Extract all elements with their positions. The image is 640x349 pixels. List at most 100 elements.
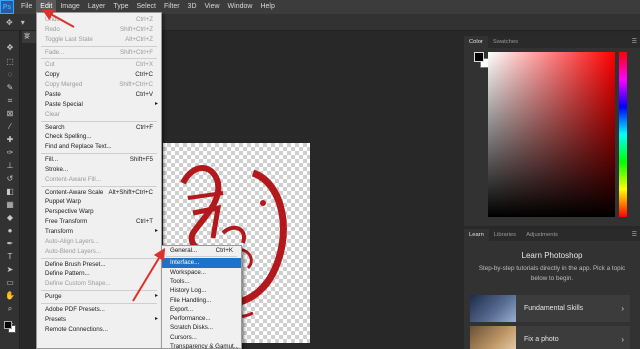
menu-item-stroke[interactable]: Stroke... <box>37 165 161 175</box>
menu-view[interactable]: View <box>201 0 224 14</box>
menu-item-label: Puppet Warp <box>45 198 81 206</box>
tab-learn[interactable]: Learn <box>464 229 489 241</box>
learn-title: Learn Photoshop <box>521 251 583 260</box>
clone-stamp-icon[interactable]: ⊥ <box>3 161 17 171</box>
menu-3d[interactable]: 3D <box>184 0 201 14</box>
menu-item-label: Paste <box>45 90 61 98</box>
menu-item-history-log[interactable]: History Log... <box>162 286 241 296</box>
hand-icon[interactable]: ✋ <box>3 291 17 301</box>
crop-icon[interactable]: ⌗ <box>3 96 17 106</box>
menu-item-shortcut: Ctrl+C <box>135 71 153 79</box>
menu-item-define-brush-preset[interactable]: Define Brush Preset... <box>37 260 161 270</box>
menu-item-fill[interactable]: Fill... Shift+F5 <box>37 155 161 165</box>
menu-item-perspective-warp[interactable]: Perspective Warp <box>37 207 161 217</box>
learn-panel-tabs: Learn Libraries Adjustments <box>464 229 640 241</box>
color-picker-field[interactable] <box>488 52 615 217</box>
card-label: Fundamental Skills <box>524 305 584 312</box>
tab-color[interactable]: Color <box>464 36 488 48</box>
eyedropper-icon[interactable]: ⁄ <box>3 122 17 132</box>
marquee-icon[interactable]: ⬚ <box>3 57 17 67</box>
hue-slider[interactable] <box>619 52 627 217</box>
menu-item-paste-special[interactable]: Paste Special ▸ <box>37 100 161 110</box>
menu-item-adobe-pdf-presets[interactable]: Adobe PDF Presets... <box>37 305 161 315</box>
menu-item-label: Copy Merged <box>45 81 83 89</box>
history-brush-icon[interactable]: ↺ <box>3 174 17 184</box>
move-tool-icon[interactable]: ✥ <box>6 18 13 27</box>
menu-item-shortcut: Ctrl+Z <box>135 16 153 23</box>
lasso-icon[interactable]: ◌ <box>3 70 17 80</box>
menu-item-label: Fill... <box>45 156 59 164</box>
menu-item-label: Free Transform <box>45 218 88 226</box>
menu-item-label: Transform <box>45 228 73 235</box>
menu-item-label: Tools... <box>170 277 190 285</box>
dodge-icon[interactable]: ● <box>3 226 17 236</box>
tab-libraries[interactable]: Libraries <box>489 229 521 241</box>
menu-item-shortcut: Ctrl+X <box>135 61 153 69</box>
menu-item-presets[interactable]: Presets ▸ <box>37 315 161 325</box>
menu-item-free-transform[interactable]: Free Transform Ctrl+T <box>37 217 161 227</box>
menu-item-label: Content-Aware Scale <box>45 188 104 196</box>
move-icon[interactable]: ✥ <box>3 43 17 53</box>
type-icon[interactable]: T <box>3 252 17 262</box>
menu-item-define-pattern[interactable]: Define Pattern... <box>37 269 161 279</box>
foreground-background-swatch[interactable] <box>4 321 16 333</box>
menu-item-label: Paste Special <box>45 100 83 108</box>
menu-item-label: Redo <box>45 25 60 33</box>
menu-item-label: Cut <box>45 61 55 69</box>
menu-separator <box>41 120 157 122</box>
menu-item-general[interactable]: General... Ctrl+K <box>162 246 241 256</box>
menu-item-paste[interactable]: Paste Ctrl+V <box>37 90 161 100</box>
menu-item-find-and-replace-text[interactable]: Find and Replace Text... <box>37 142 161 152</box>
menu-separator <box>41 290 157 292</box>
menu-item-label: Toggle Last State <box>45 35 93 43</box>
menu-item-label: Copy <box>45 71 60 79</box>
menu-item-check-spelling[interactable]: Check Spelling... <box>37 132 161 142</box>
menu-item-define-custom-shape: Define Custom Shape... <box>37 279 161 289</box>
card-fundamental-skills[interactable]: Fundamental Skills › <box>470 295 630 322</box>
frame-icon[interactable]: ⊠ <box>3 109 17 119</box>
menu-filter[interactable]: Filter <box>160 0 184 14</box>
tab-swatches[interactable]: Swatches <box>488 36 523 48</box>
menu-item-cursors[interactable]: Cursors... <box>162 333 241 343</box>
tab-adjustments[interactable]: Adjustments <box>521 229 563 241</box>
quick-select-icon[interactable]: ✎ <box>3 83 17 93</box>
rectangle-icon[interactable]: ▭ <box>3 278 17 288</box>
menu-item-puppet-warp[interactable]: Puppet Warp <box>37 197 161 207</box>
menu-item-label: Auto-Blend Layers... <box>45 247 102 255</box>
card-fix-a-photo[interactable]: Fix a photo › <box>470 326 630 349</box>
menu-item-shortcut: Ctrl+F <box>135 123 153 131</box>
zoom-icon[interactable]: ⌕ <box>3 304 17 314</box>
foreground-swatch[interactable] <box>474 52 484 62</box>
submenu-arrow-icon: ▸ <box>154 100 158 107</box>
healing-brush-icon[interactable]: ✚ <box>3 135 17 145</box>
path-select-icon[interactable]: ➤ <box>3 265 17 275</box>
menu-item-transform[interactable]: Transform ▸ <box>37 227 161 237</box>
menu-item-label: Transparency & Gamut... <box>170 343 239 349</box>
submenu-arrow-icon: ▸ <box>154 293 158 300</box>
brush-icon[interactable]: ✑ <box>3 148 17 158</box>
card-thumbnail <box>470 326 516 349</box>
menu-item-search[interactable]: Search Ctrl+F <box>37 123 161 133</box>
menu-item-copy[interactable]: Copy Ctrl+C <box>37 70 161 80</box>
eraser-icon[interactable]: ◧ <box>3 187 17 197</box>
pen-icon[interactable]: ✒ <box>3 239 17 249</box>
menu-item-content-aware-scale[interactable]: Content-Aware Scale Alt+Shift+Ctrl+C <box>37 188 161 198</box>
panel-menu-icon[interactable]: ☰ <box>632 231 637 238</box>
menu-item-purge[interactable]: Purge ▸ <box>37 292 161 302</box>
menu-file[interactable]: File <box>17 0 36 14</box>
menu-help[interactable]: Help <box>256 0 278 14</box>
menu-item-label: Interface... <box>170 259 200 267</box>
menu-item-auto-blend-layers: Auto-Blend Layers... <box>37 247 161 257</box>
menu-item-remote-connections[interactable]: Remote Connections... <box>37 325 161 335</box>
menu-item-label: Define Pattern... <box>45 270 90 278</box>
menu-item-label: Content-Aware Fill... <box>45 175 101 183</box>
menu-item-label: Presets <box>45 315 66 323</box>
panel-menu-icon[interactable]: ☰ <box>632 38 637 45</box>
menu-window[interactable]: Window <box>224 0 257 14</box>
menu-item-transparency-and-gamut[interactable]: Transparency & Gamut... <box>162 342 241 349</box>
menu-item-label: Export... <box>170 305 194 313</box>
chevron-down-icon[interactable]: ▾ <box>21 18 25 27</box>
blur-icon[interactable]: ◆ <box>3 213 17 223</box>
foreground-color[interactable] <box>4 321 12 329</box>
gradient-icon[interactable]: ▦ <box>3 200 17 210</box>
